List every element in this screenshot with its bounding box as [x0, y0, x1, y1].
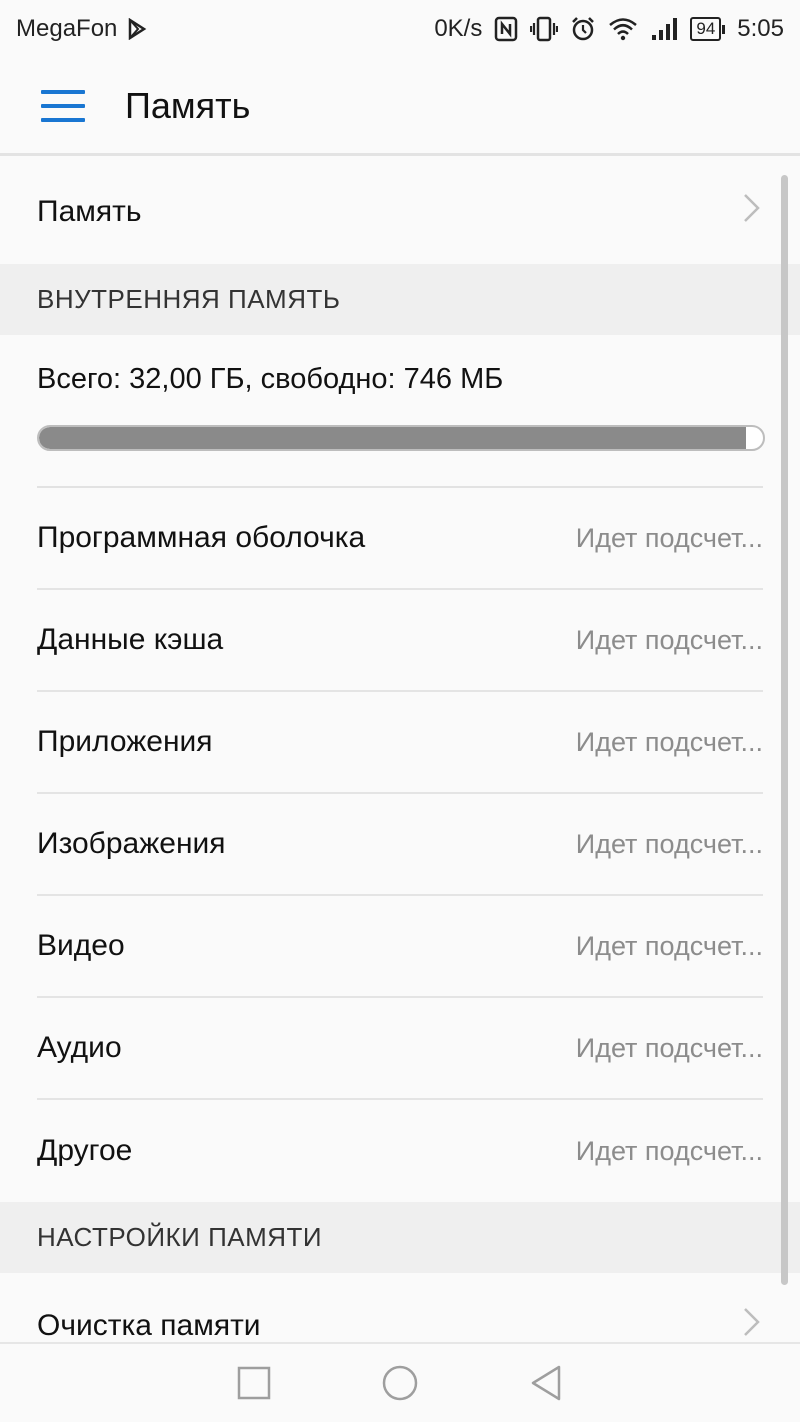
storage-progress-track	[37, 425, 765, 451]
category-label: Приложения	[37, 725, 213, 758]
vibrate-icon	[530, 16, 559, 42]
chevron-right-icon	[741, 191, 763, 233]
storage-progress-fill	[39, 427, 747, 449]
screen: MegaFon 0K/s 94 5:05 Память Память ВНУТР…	[0, 0, 800, 1422]
category-value: Идет подсчет...	[575, 522, 763, 553]
nav-bar	[0, 1342, 800, 1422]
battery-tip	[722, 24, 726, 34]
storage-cleanup-label: Очистка памяти	[37, 1308, 261, 1342]
storage-summary: Всего: 32,00 ГБ, свободно: 746 МБ	[37, 363, 504, 395]
status-left: MegaFon	[16, 15, 147, 43]
status-right: 0K/s 94 5:05	[434, 15, 784, 43]
square-icon	[237, 1366, 271, 1400]
category-row[interactable]: Видео Идет подсчет...	[37, 896, 763, 998]
category-row[interactable]: Программная оболочка Идет подсчет...	[37, 488, 763, 590]
menu-line	[41, 117, 85, 122]
home-button[interactable]	[381, 1364, 419, 1402]
category-label: Другое	[37, 1134, 133, 1167]
network-speed: 0K/s	[434, 15, 483, 42]
category-row[interactable]: Другое Идет подсчет...	[37, 1100, 763, 1202]
back-button[interactable]	[529, 1364, 563, 1402]
chevron-right-icon	[741, 1305, 763, 1343]
battery-level: 94	[690, 17, 722, 41]
carrier-name: MegaFon	[16, 15, 118, 42]
category-row[interactable]: Данные кэша Идет подсчет...	[37, 590, 763, 692]
category-list: Программная оболочка Идет подсчет... Данны…	[0, 488, 800, 1202]
storage-content[interactable]: Память ВНУТРЕННЯЯ ПАМЯТЬ Всего: 32,00 ГБ…	[0, 159, 800, 1342]
category-label: Программная оболочка	[37, 521, 366, 554]
status-bar: MegaFon 0K/s 94 5:05	[0, 0, 800, 58]
category-value: Идет подсчет...	[575, 1135, 763, 1166]
category-row[interactable]: Аудио Идет подсчет...	[37, 998, 763, 1100]
menu-line	[41, 103, 85, 108]
category-label: Изображения	[37, 827, 226, 860]
scrollbar[interactable]	[781, 175, 788, 1285]
menu-line	[41, 89, 85, 94]
app-bar: Память	[0, 58, 800, 156]
category-value: Идет подсчет...	[575, 828, 763, 859]
clock: 5:05	[737, 15, 784, 42]
wifi-icon	[608, 17, 638, 41]
category-value: Идет подсчет...	[575, 624, 763, 655]
battery-icon: 94	[690, 17, 726, 41]
signal-icon	[650, 17, 678, 41]
storage-link-label: Память	[37, 194, 142, 228]
page-title: Память	[125, 84, 251, 126]
alarm-icon	[570, 16, 596, 42]
category-value: Идет подсчет...	[575, 930, 763, 961]
storage-cleanup-row[interactable]: Очистка памяти	[0, 1273, 800, 1342]
category-label: Видео	[37, 929, 125, 962]
storage-link-row[interactable]: Память	[0, 159, 800, 264]
storage-settings-header: НАСТРОЙКИ ПАМЯТИ	[0, 1202, 800, 1273]
category-label: Аудио	[37, 1031, 122, 1064]
category-value: Идет подсчет...	[575, 726, 763, 757]
category-row[interactable]: Изображения Идет подсчет...	[37, 794, 763, 896]
category-row[interactable]: Приложения Идет подсчет...	[37, 692, 763, 794]
recents-button[interactable]	[237, 1366, 271, 1400]
triangle-back-icon	[531, 1365, 561, 1401]
play-store-icon	[127, 18, 147, 40]
category-label: Данные кэша	[37, 623, 224, 656]
internal-storage-header: ВНУТРЕННЯЯ ПАМЯТЬ	[0, 264, 800, 335]
circle-icon	[382, 1365, 418, 1401]
menu-icon[interactable]	[41, 89, 85, 122]
nfc-icon	[494, 16, 518, 42]
category-value: Идет подсчет...	[575, 1032, 763, 1063]
storage-progress	[0, 425, 800, 486]
